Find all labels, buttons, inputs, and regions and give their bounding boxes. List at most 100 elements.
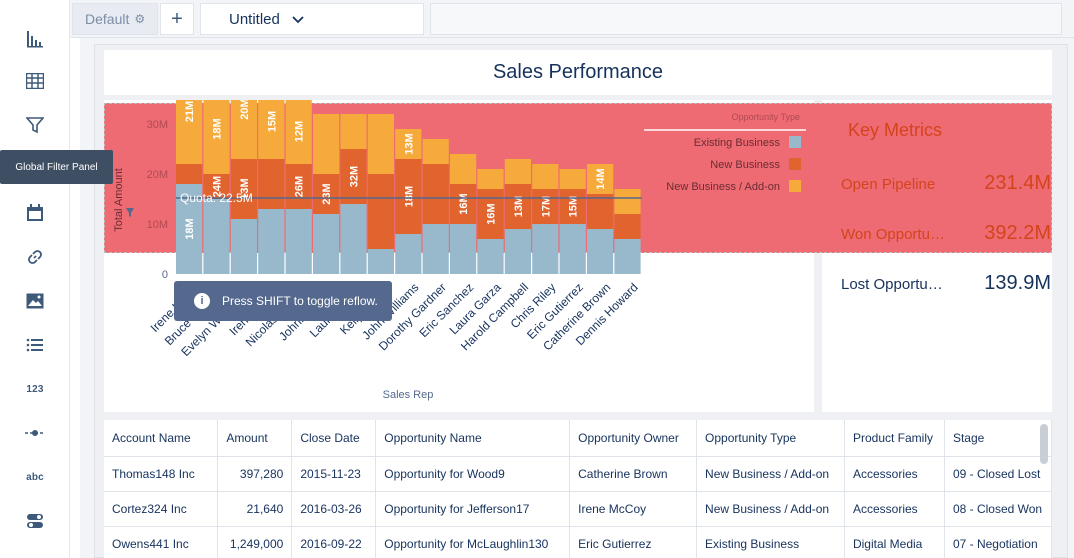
- table-row[interactable]: Thomas148 Inc 397,280 2015-11-23 Opportunit…: [104, 456, 1052, 492]
- table-cell: Accessories: [844, 491, 945, 527]
- bar-segment: [559, 224, 586, 274]
- bar-segment: [395, 234, 422, 274]
- column-header[interactable]: Opportunity Name: [375, 420, 571, 457]
- table-cell: Irene McCoy: [569, 491, 698, 527]
- tab-untitled[interactable]: Untitled: [200, 3, 424, 35]
- tab-untitled-label: Untitled: [229, 10, 280, 28]
- bar-segment: [614, 239, 641, 274]
- metric-label: Lost Opportunities: [841, 276, 949, 293]
- column-header[interactable]: Product Family: [844, 420, 945, 457]
- gear-icon[interactable]: ⚙: [134, 12, 145, 26]
- table-cell: Cortez324 Inc: [104, 491, 219, 527]
- y-tick-label: 0: [162, 269, 168, 281]
- reflow-toast: i Press SHIFT to toggle reflow.: [174, 281, 392, 321]
- tab-bar-filler: [430, 3, 1062, 35]
- number-widget-icon[interactable]: 123: [22, 376, 48, 402]
- bar-segment: [532, 224, 559, 274]
- y-tick-label: 30M: [147, 119, 168, 131]
- bar-data-label: 12M: [294, 121, 306, 142]
- image-icon[interactable]: [22, 288, 48, 314]
- toast-text: Press SHIFT to toggle reflow.: [222, 294, 378, 308]
- table-scrollbar[interactable]: [1040, 424, 1048, 464]
- bar-data-label: 15M: [266, 111, 278, 132]
- values-table-widget[interactable]: Account Name Amount Close Date Opportunity …: [104, 420, 1052, 558]
- table-cell: 08 - Closed Won: [944, 491, 1052, 527]
- metric-value: 231.4M: [984, 172, 1051, 194]
- tab-default-label: Default: [85, 11, 130, 27]
- bar-segment: [176, 164, 203, 184]
- bar-segment: [450, 154, 477, 184]
- table-cell: Opportunity for Jefferson17: [375, 491, 571, 527]
- quota-label: Quota: 22.5M: [180, 191, 253, 205]
- y-axis-label: Total Amount: [113, 168, 125, 232]
- y-tick-label: 20M: [147, 169, 168, 181]
- info-icon: i: [194, 293, 210, 309]
- filter-icon[interactable]: [22, 112, 48, 138]
- legend-title: Opportunity Type: [732, 112, 800, 122]
- metric-value: 139.9M: [984, 272, 1051, 294]
- chevron-down-icon[interactable]: [292, 11, 304, 28]
- bar-data-label: 13M: [513, 196, 525, 217]
- table-row[interactable]: Cortez324 Inc 21,640 2016-03-26 Opportunity…: [104, 491, 1052, 527]
- table-cell: Opportunity for McLaughlin130: [375, 526, 571, 558]
- column-header[interactable]: Amount: [217, 420, 293, 457]
- calendar-icon[interactable]: [22, 200, 48, 226]
- table-icon[interactable]: [22, 68, 48, 94]
- bar-segment: [203, 199, 230, 274]
- tab-default[interactable]: Default ⚙: [72, 3, 158, 35]
- widget-rail: 123 abc: [0, 0, 70, 558]
- bar-segment: [340, 114, 367, 149]
- bar-segment: [422, 139, 449, 164]
- stacked-bar-chart[interactable]: 010M20M30MTotal Amount18M21MIrene Kelley…: [104, 100, 814, 412]
- link-icon[interactable]: [22, 244, 48, 270]
- bar-segment: [504, 159, 531, 184]
- bar-data-label: 18M: [403, 186, 415, 207]
- number-widget-label: 123: [26, 383, 44, 395]
- table-cell: Opportunity for Wood9: [375, 456, 571, 492]
- bar-segment: [422, 164, 449, 224]
- page-tab-bar: Default ⚙ + Untitled: [70, 0, 1074, 38]
- bar-segment: [587, 229, 614, 274]
- table-cell: Existing Business: [696, 526, 845, 558]
- slider-icon[interactable]: [22, 420, 48, 446]
- bar-chart-icon[interactable]: [22, 26, 48, 52]
- bar-data-label: 18M: [184, 218, 196, 239]
- column-header[interactable]: Stage: [944, 420, 1052, 457]
- metric-label: Open Pipeline: [841, 176, 936, 193]
- bar-data-label: 20M: [239, 100, 251, 120]
- table-cell: 09 - Closed Lost: [944, 456, 1052, 492]
- bar-segment: [422, 224, 449, 274]
- bar-segment: [367, 174, 394, 249]
- bar-data-label: 23M: [321, 183, 333, 204]
- table-cell: New Business / Add-on: [696, 456, 845, 492]
- bar-segment: [230, 219, 257, 274]
- table-cell: 2016-03-26: [291, 491, 377, 527]
- table-cell: Thomas148 Inc: [104, 456, 219, 492]
- dashboard-title[interactable]: Sales Performance: [104, 50, 1052, 95]
- bar-segment: [340, 204, 367, 274]
- column-header[interactable]: Close Date: [291, 420, 377, 457]
- bar-data-label: 13M: [403, 133, 415, 154]
- column-header[interactable]: Opportunity Type: [696, 420, 845, 457]
- table-cell: Owens441 Inc: [104, 526, 219, 558]
- table-cell: New Business / Add-on: [696, 491, 845, 527]
- table-cell: 21,640: [217, 491, 293, 527]
- add-page-button[interactable]: +: [160, 3, 194, 35]
- y-tick-label: 10M: [147, 219, 168, 231]
- text-widget-icon[interactable]: abc: [22, 464, 48, 490]
- list-icon[interactable]: [22, 332, 48, 358]
- bar-segment: [559, 169, 586, 189]
- legend-label: Existing Business: [694, 137, 781, 149]
- legend-swatch: [789, 136, 801, 148]
- bar-segment: [477, 239, 504, 274]
- bar-segment: [313, 214, 340, 274]
- table-cell: 2015-11-23: [291, 456, 377, 492]
- bar-data-label: 15M: [568, 196, 580, 217]
- column-header[interactable]: Opportunity Owner: [569, 420, 698, 457]
- bar-segment: [477, 169, 504, 189]
- toggle-icon[interactable]: [22, 508, 48, 534]
- table-row[interactable]: Owens441 Inc 1,249,000 2016-09-22 Opportuni…: [104, 526, 1052, 558]
- bar-segment: [285, 209, 312, 274]
- table-cell: 397,280: [217, 456, 293, 492]
- column-header[interactable]: Account Name: [104, 420, 219, 457]
